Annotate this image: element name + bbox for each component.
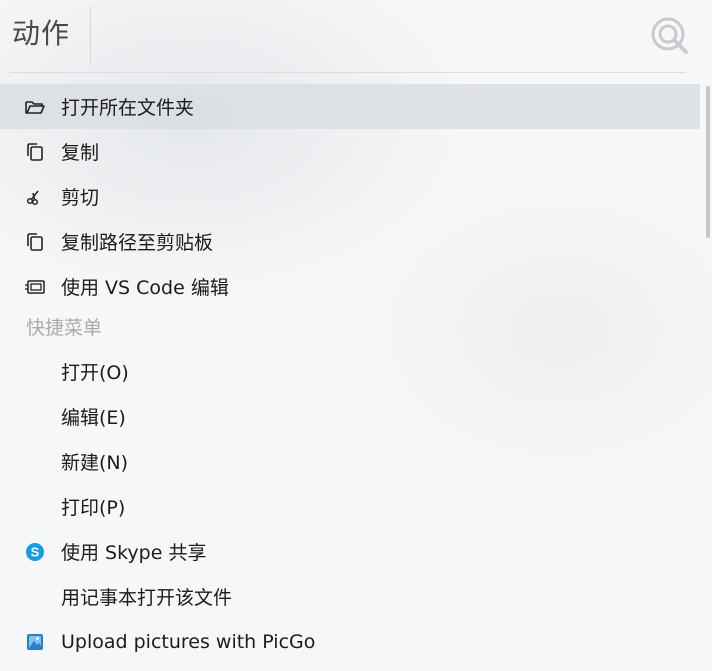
action-label: 剪切 [61,187,100,209]
quick-menu-new[interactable]: 新建(N) [0,439,700,484]
action-list: 打开所在文件夹 复制 剪切 复制路径至剪贴板 使用 VS Code 编辑 快捷菜… [0,84,700,664]
copy-icon [24,141,46,163]
quick-menu-skype-share[interactable]: S 使用 Skype 共享 [0,529,700,574]
quick-menu-edit[interactable]: 编辑(E) [0,394,700,439]
copy-path-icon [24,231,46,253]
quick-menu-open[interactable]: 打开(O) [0,349,700,394]
search-icon[interactable] [648,14,692,58]
action-label: 打开所在文件夹 [61,97,195,119]
vscode-icon [24,276,46,298]
action-edit-vscode[interactable]: 使用 VS Code 编辑 [0,264,700,309]
section-label: 快捷菜单 [26,317,103,339]
action-cut[interactable]: 剪切 [0,174,700,219]
action-label: 复制 [61,142,100,164]
skype-icon: S [24,541,46,563]
picgo-icon [24,631,46,653]
menu-item-label: Upload pictures with PicGo [61,630,316,653]
svg-text:S: S [31,545,40,560]
scissors-icon [24,186,46,208]
menu-item-label: 打印(P) [61,497,126,519]
header-divider [10,72,686,73]
menu-item-label: 用记事本打开该文件 [61,587,233,609]
menu-item-label: 使用 Skype 共享 [61,542,207,564]
menu-item-label: 打开(O) [61,362,129,384]
quick-menu-picgo-upload[interactable]: Upload pictures with PicGo [0,619,700,664]
menu-item-label: 编辑(E) [61,407,126,429]
page-title: 动作 [12,17,71,50]
actions-panel: 动作 打开所在文件夹 复制 剪切 复制路径至剪贴板 使用 VS Code 编辑 … [0,0,712,671]
scrollbar-thumb[interactable] [706,86,710,238]
folder-open-icon [24,96,46,118]
menu-item-label: 新建(N) [61,452,129,474]
quick-menu-section-header: 快捷菜单 [0,309,700,349]
action-open-folder[interactable]: 打开所在文件夹 [0,84,700,129]
action-copy-path[interactable]: 复制路径至剪贴板 [0,219,700,264]
action-copy[interactable]: 复制 [0,129,700,174]
action-label: 复制路径至剪贴板 [61,232,214,254]
title-divider [90,6,91,66]
quick-menu-print[interactable]: 打印(P) [0,484,700,529]
quick-menu-notepad[interactable]: 用记事本打开该文件 [0,574,700,619]
action-label: 使用 VS Code 编辑 [61,277,229,299]
panel-header: 动作 [0,0,700,72]
